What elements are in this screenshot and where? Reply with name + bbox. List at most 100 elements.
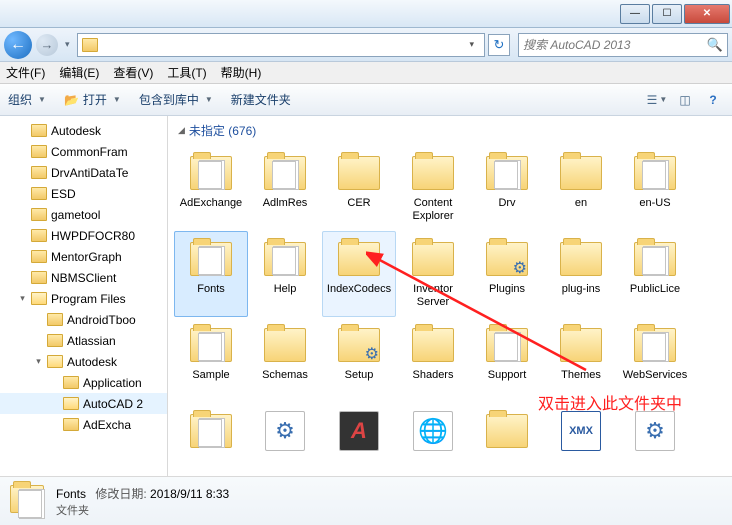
menu-help[interactable]: 帮助(H) — [221, 64, 262, 81]
view-options-button[interactable]: ☰▼ — [646, 90, 668, 110]
grid-item[interactable]: en-US — [618, 145, 692, 231]
grid-item[interactable]: Sample — [174, 317, 248, 403]
item-icon — [483, 410, 531, 452]
grid-item[interactable]: Support — [470, 317, 544, 403]
tree-item-label: MentorGraph — [51, 250, 122, 264]
item-label: Content Explorer — [398, 197, 468, 223]
tree-item[interactable]: ESD — [0, 183, 167, 204]
tree-item-label: Atlassian — [67, 334, 116, 348]
tree-item[interactable]: HWPDFOCR80 — [0, 225, 167, 246]
grid-item[interactable]: WebServices — [618, 317, 692, 403]
organize-button[interactable]: 组织 ▼ — [8, 91, 46, 108]
tree-item-label: gametool — [51, 208, 100, 222]
item-icon — [483, 324, 531, 366]
item-icon — [261, 152, 309, 194]
back-button[interactable]: ← — [4, 31, 32, 59]
tree-item-label: Program Files — [51, 292, 126, 306]
grid-item[interactable] — [248, 403, 322, 476]
grid-item[interactable]: PublicLice — [618, 231, 692, 317]
menu-file[interactable]: 文件(F) — [6, 64, 45, 81]
tree-item[interactable]: Application — [0, 372, 167, 393]
item-icon — [187, 152, 235, 194]
tree-item-label: Autodesk — [51, 124, 101, 138]
group-label: 未指定 (676) — [189, 122, 256, 139]
item-label: Help — [274, 283, 297, 296]
grid-item[interactable]: Content Explorer — [396, 145, 470, 231]
grid-item[interactable] — [544, 403, 618, 476]
grid-item[interactable]: Fonts — [174, 231, 248, 317]
group-header[interactable]: ◢ 未指定 (676) — [168, 116, 732, 143]
grid-item[interactable]: ⚙Plugins — [470, 231, 544, 317]
details-type: 文件夹 — [56, 502, 229, 518]
menu-bar: 文件(F) 编辑(E) 查看(V) 工具(T) 帮助(H) — [0, 62, 732, 84]
grid-item[interactable]: AdExchange — [174, 145, 248, 231]
open-button[interactable]: 📂 打开 ▼ — [64, 91, 121, 108]
breadcrumb-dropdown-icon[interactable]: ▾ — [463, 39, 480, 50]
tree-item[interactable]: ▾Autodesk — [0, 351, 167, 372]
menu-tools[interactable]: 工具(T) — [167, 64, 206, 81]
refresh-button[interactable]: ↻ — [488, 34, 510, 56]
tree-item[interactable]: AndroidTboo — [0, 309, 167, 330]
tree-item[interactable]: Atlassian — [0, 330, 167, 351]
item-label: plug-ins — [562, 283, 601, 296]
nav-history-dropdown[interactable]: ▾ — [62, 39, 73, 50]
grid-item[interactable]: Schemas — [248, 317, 322, 403]
organize-label: 组织 — [8, 91, 32, 108]
tree-item[interactable]: NBMSClient — [0, 267, 167, 288]
item-icon — [409, 152, 457, 194]
new-folder-button[interactable]: 新建文件夹 — [231, 91, 291, 108]
tree-item[interactable]: AutoCAD 2 — [0, 393, 167, 414]
item-label: Inventor Server — [398, 283, 468, 309]
grid-item[interactable]: Drv — [470, 145, 544, 231]
item-icon: ⚙ — [483, 238, 531, 280]
grid-item[interactable]: Inventor Server — [396, 231, 470, 317]
tree-item[interactable]: DrvAntiDataTe — [0, 162, 167, 183]
grid-item[interactable] — [322, 403, 396, 476]
grid-item[interactable]: AdlmRes — [248, 145, 322, 231]
tree-item[interactable]: ▾Program Files — [0, 288, 167, 309]
grid-item[interactable] — [618, 403, 692, 476]
nav-bar: ← → ▾ ▾ ↻ 搜索 AutoCAD 2013 🔍 — [0, 28, 732, 62]
item-icon — [631, 152, 679, 194]
include-in-library-button[interactable]: 包含到库中 ▼ — [139, 91, 213, 108]
grid-item[interactable]: ⚙Setup — [322, 317, 396, 403]
menu-view[interactable]: 查看(V) — [113, 64, 153, 81]
grid-item[interactable]: CER — [322, 145, 396, 231]
item-label: en — [575, 197, 587, 210]
grid-item[interactable]: Themes — [544, 317, 618, 403]
minimize-button[interactable]: — — [620, 4, 650, 24]
grid-item[interactable]: en — [544, 145, 618, 231]
menu-edit[interactable]: 编辑(E) — [59, 64, 99, 81]
preview-pane-button[interactable]: ◫ — [674, 90, 696, 110]
item-icon — [335, 152, 383, 194]
tree-item[interactable]: CommonFram — [0, 141, 167, 162]
grid-item[interactable] — [396, 403, 470, 476]
grid-item[interactable]: Help — [248, 231, 322, 317]
open-label: 打开 — [83, 91, 107, 108]
tree-item[interactable]: MentorGraph — [0, 246, 167, 267]
grid-item[interactable]: plug-ins — [544, 231, 618, 317]
close-button[interactable]: ✕ — [684, 4, 730, 24]
grid-item[interactable] — [174, 403, 248, 476]
item-icon — [335, 410, 383, 452]
maximize-button[interactable]: ☐ — [652, 4, 682, 24]
item-label: Schemas — [262, 369, 308, 382]
folder-icon — [31, 145, 47, 158]
folder-tree[interactable]: Autodesk CommonFramDrvAntiDataTeESD gameto… — [0, 116, 168, 476]
grid-item[interactable]: Shaders — [396, 317, 470, 403]
grid-item[interactable] — [470, 403, 544, 476]
tree-item[interactable]: gametool — [0, 204, 167, 225]
details-icon — [10, 485, 46, 517]
grid-item[interactable]: IndexCodecs — [322, 231, 396, 317]
breadcrumb[interactable]: ▾ — [77, 33, 485, 57]
search-input[interactable]: 搜索 AutoCAD 2013 🔍 — [518, 33, 728, 57]
chevron-down-icon: ▼ — [38, 95, 46, 104]
include-label: 包含到库中 — [139, 91, 199, 108]
forward-button[interactable]: → — [36, 34, 58, 56]
help-button[interactable]: ? — [702, 90, 724, 110]
tree-item[interactable]: AdExcha — [0, 414, 167, 435]
folder-icon — [63, 376, 79, 389]
details-name: Fonts — [56, 487, 86, 501]
item-icon — [261, 410, 309, 452]
tree-item[interactable]: Autodesk — [0, 120, 167, 141]
